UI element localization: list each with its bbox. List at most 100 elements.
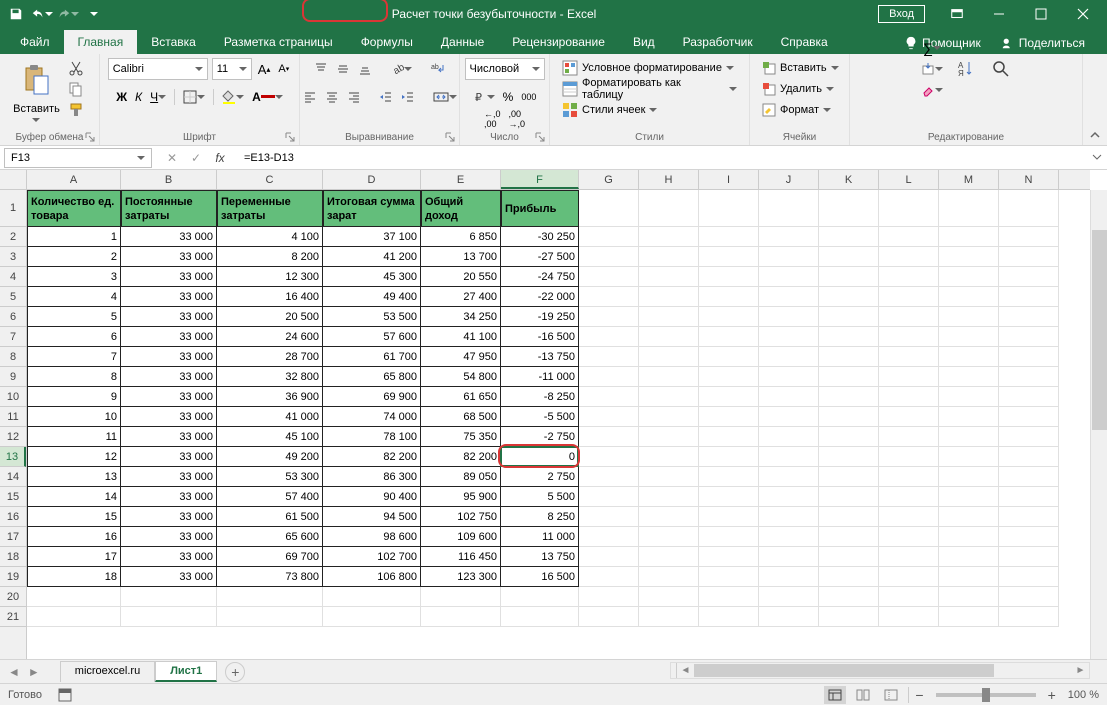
column-header[interactable]: G bbox=[579, 170, 639, 189]
cell[interactable]: 4 bbox=[27, 287, 121, 307]
column-header[interactable]: I bbox=[699, 170, 759, 189]
cell[interactable]: 33 000 bbox=[121, 407, 217, 427]
cell[interactable]: -22 000 bbox=[501, 287, 579, 307]
cell[interactable]: 16 bbox=[27, 527, 121, 547]
cell[interactable] bbox=[819, 327, 879, 347]
cell[interactable] bbox=[579, 347, 639, 367]
bold-button[interactable]: Ж bbox=[114, 87, 129, 107]
cell[interactable]: Постоянные затраты bbox=[121, 190, 217, 227]
row-header[interactable]: 12 bbox=[0, 427, 26, 447]
name-box[interactable]: F13 bbox=[4, 148, 152, 168]
row-header[interactable]: 16 bbox=[0, 507, 26, 527]
cell[interactable]: 95 900 bbox=[421, 487, 501, 507]
cell[interactable] bbox=[759, 407, 819, 427]
clear-icon[interactable] bbox=[919, 80, 945, 100]
row-header[interactable]: 2 bbox=[0, 227, 26, 247]
tab-nav-next-icon[interactable]: ► bbox=[28, 665, 40, 679]
delete-cells-button[interactable]: Удалить bbox=[758, 79, 838, 99]
cell[interactable]: 33 000 bbox=[121, 467, 217, 487]
cell[interactable]: 82 200 bbox=[421, 447, 501, 467]
cell-styles-button[interactable]: Стили ячеек bbox=[558, 100, 661, 120]
cell[interactable] bbox=[579, 227, 639, 247]
cell[interactable] bbox=[579, 447, 639, 467]
expand-formula-bar-icon[interactable] bbox=[1087, 151, 1107, 165]
maximize-icon[interactable] bbox=[1021, 0, 1061, 28]
conditional-format-button[interactable]: Условное форматирование bbox=[558, 58, 738, 78]
cell[interactable] bbox=[639, 607, 699, 627]
ribbon-tab-данные[interactable]: Данные bbox=[427, 30, 498, 54]
cell[interactable] bbox=[699, 447, 759, 467]
cell[interactable] bbox=[759, 487, 819, 507]
cell[interactable] bbox=[579, 287, 639, 307]
cell[interactable] bbox=[579, 587, 639, 607]
cell[interactable]: 57 600 bbox=[323, 327, 421, 347]
cell[interactable] bbox=[759, 307, 819, 327]
cell[interactable]: 11 000 bbox=[501, 527, 579, 547]
spreadsheet-grid[interactable]: ABCDEFGHIJKLMN 1234567891011121314151617… bbox=[0, 170, 1107, 659]
cell[interactable]: 33 000 bbox=[121, 527, 217, 547]
undo-icon[interactable] bbox=[30, 2, 54, 26]
cell[interactable] bbox=[939, 547, 999, 567]
cell[interactable]: 68 500 bbox=[421, 407, 501, 427]
cell[interactable] bbox=[879, 367, 939, 387]
cell[interactable] bbox=[699, 487, 759, 507]
cancel-formula-icon[interactable]: ✕ bbox=[164, 151, 180, 165]
font-name-select[interactable]: Calibri bbox=[108, 58, 208, 80]
cell[interactable] bbox=[639, 527, 699, 547]
cell[interactable] bbox=[759, 447, 819, 467]
cell[interactable] bbox=[999, 587, 1059, 607]
zoom-level[interactable]: 100 % bbox=[1068, 689, 1099, 701]
row-header[interactable]: 4 bbox=[0, 267, 26, 287]
cell[interactable] bbox=[939, 190, 999, 227]
align-center-icon[interactable] bbox=[323, 87, 341, 107]
cell[interactable] bbox=[579, 467, 639, 487]
cell[interactable]: 33 000 bbox=[121, 367, 217, 387]
cell[interactable]: 3 bbox=[27, 267, 121, 287]
cell[interactable] bbox=[999, 447, 1059, 467]
orientation-icon[interactable]: ab bbox=[388, 59, 414, 79]
cell[interactable] bbox=[639, 507, 699, 527]
select-all-corner[interactable] bbox=[0, 170, 27, 190]
cell[interactable] bbox=[121, 587, 217, 607]
cell[interactable] bbox=[421, 587, 501, 607]
zoom-out-icon[interactable]: − bbox=[915, 687, 923, 703]
cell[interactable] bbox=[939, 487, 999, 507]
cell[interactable] bbox=[579, 367, 639, 387]
cell[interactable] bbox=[759, 587, 819, 607]
column-header[interactable]: C bbox=[217, 170, 323, 189]
zoom-in-icon[interactable]: + bbox=[1048, 687, 1056, 703]
cell[interactable]: 2 bbox=[27, 247, 121, 267]
cell[interactable] bbox=[699, 387, 759, 407]
insert-cells-button[interactable]: Вставить bbox=[758, 58, 843, 78]
cell[interactable] bbox=[579, 387, 639, 407]
cell[interactable] bbox=[939, 567, 999, 587]
cell[interactable]: 33 000 bbox=[121, 547, 217, 567]
cell[interactable]: 20 500 bbox=[217, 307, 323, 327]
cell[interactable] bbox=[939, 587, 999, 607]
row-header[interactable]: 19 bbox=[0, 567, 26, 587]
cell[interactable] bbox=[879, 507, 939, 527]
cell[interactable]: 41 200 bbox=[323, 247, 421, 267]
cell[interactable]: -11 000 bbox=[501, 367, 579, 387]
cell[interactable]: 36 900 bbox=[217, 387, 323, 407]
cell[interactable] bbox=[639, 367, 699, 387]
cell[interactable]: 61 500 bbox=[217, 507, 323, 527]
cell[interactable] bbox=[27, 607, 121, 627]
cell[interactable] bbox=[639, 567, 699, 587]
cell[interactable]: 6 bbox=[27, 327, 121, 347]
cell[interactable]: 33 000 bbox=[121, 447, 217, 467]
cell[interactable] bbox=[27, 587, 121, 607]
cell[interactable] bbox=[759, 287, 819, 307]
cell[interactable]: 24 600 bbox=[217, 327, 323, 347]
number-format-select[interactable]: Числовой bbox=[465, 58, 545, 80]
tab-nav-prev-icon[interactable]: ◄ bbox=[8, 665, 20, 679]
decrease-font-icon[interactable]: A▾ bbox=[276, 59, 291, 79]
cell[interactable]: 49 400 bbox=[323, 287, 421, 307]
cell[interactable] bbox=[579, 247, 639, 267]
cell[interactable] bbox=[819, 287, 879, 307]
accounting-format-icon[interactable]: ₽ bbox=[471, 87, 497, 107]
row-header[interactable]: 18 bbox=[0, 547, 26, 567]
cell[interactable] bbox=[579, 607, 639, 627]
cell[interactable]: 65 600 bbox=[217, 527, 323, 547]
cell[interactable]: 69 900 bbox=[323, 387, 421, 407]
